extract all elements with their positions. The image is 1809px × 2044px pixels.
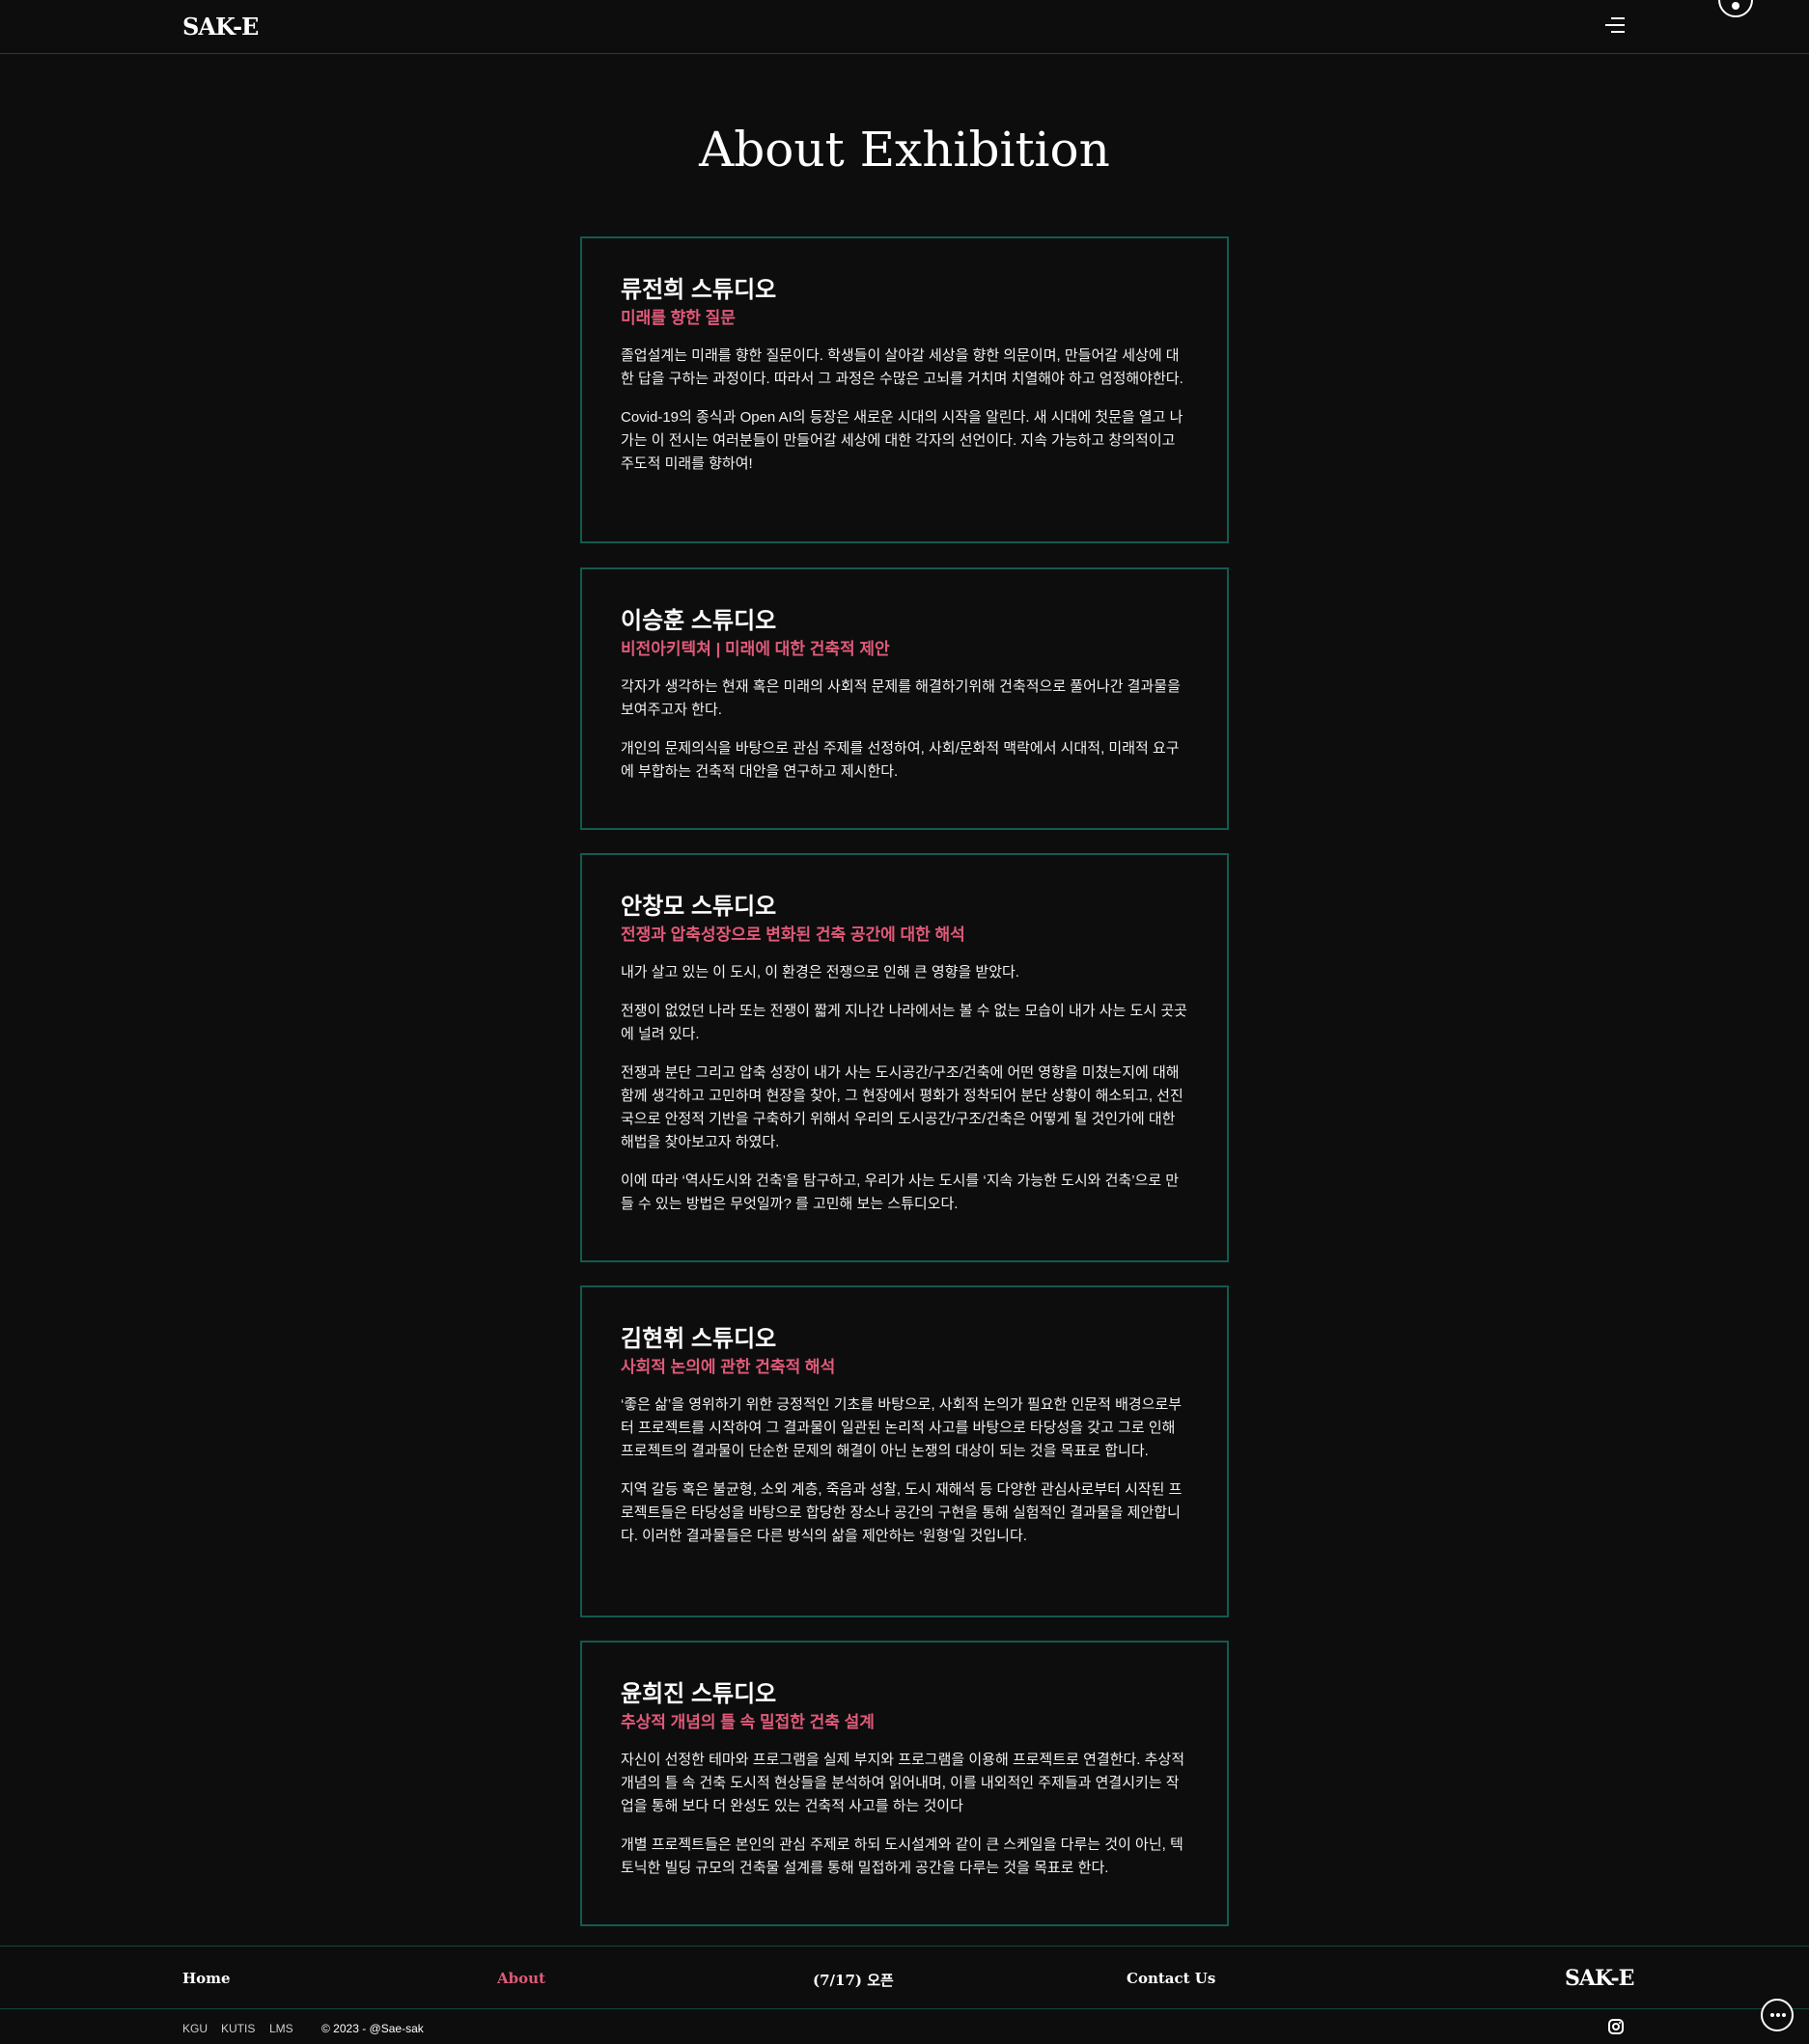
- studio-paragraph: 전쟁이 없었던 나라 또는 전쟁이 짧게 지나간 나라에서는 볼 수 없는 모습…: [621, 1003, 1187, 1042]
- studio-card: 류전희 스튜디오 미래를 향한 질문 졸업설계는 미래를 향한 질문이다. 학생…: [580, 236, 1229, 543]
- studio-subtitle: 비전아키텍쳐 | 미래에 대한 건축적 제안: [621, 640, 890, 658]
- studio-card: 윤희진 스튜디오 추상적 개념의 틀 속 밀접한 건축 설계 자신이 선정한 테…: [580, 1641, 1229, 1926]
- studio-paragraph: 전쟁과 분단 그리고 압축 성장이 내가 사는 도시공간/구조/건축에 어떤 영…: [621, 1064, 1183, 1150]
- studio-name: 김현휘 스튜디오: [621, 1326, 777, 1352]
- footer-link-contact[interactable]: Contact Us: [1127, 1970, 1215, 1987]
- studio-name: 이승훈 스튜디오: [621, 608, 777, 634]
- studio-paragraph: 내가 살고 있는 이 도시, 이 환경은 전쟁으로 인해 큰 영향을 받았다.: [621, 964, 1019, 981]
- studio-card: 안창모 스튜디오 전쟁과 압축성장으로 변화된 건축 공간에 대한 해석 내가 …: [580, 853, 1229, 1262]
- studio-paragraph: 각자가 생각하는 현재 혹은 미래의 사회적 문제를 해결하기위해 건축적으로 …: [621, 678, 1181, 718]
- studio-name: 윤희진 스튜디오: [621, 1681, 777, 1707]
- site-header: SAK-E: [0, 0, 1809, 54]
- studio-paragraph: 졸업설계는 미래를 향한 질문이다. 학생들이 살아갈 세상을 향한 의문이며,…: [621, 347, 1183, 387]
- studio-paragraph: Covid-19의 종식과 Open AI의 등장은 새로운 시대의 시작을 알…: [621, 409, 1183, 472]
- studio-subtitle: 전쟁과 압축성장으로 변화된 건축 공간에 대한 해석: [621, 925, 965, 944]
- studio-subtitle: 미래를 향한 질문: [621, 309, 736, 327]
- studio-paragraph: 지역 갈등 혹은 불균형, 소외 계층, 죽음과 성찰, 도시 재해석 등 다양…: [621, 1481, 1183, 1544]
- footer-link-lms[interactable]: LMS: [269, 2022, 293, 2035]
- footer-link-kgu[interactable]: KGU: [182, 2022, 208, 2035]
- studio-card: 이승훈 스튜디오 비전아키텍쳐 | 미래에 대한 건축적 제안 각자가 생각하는…: [580, 567, 1229, 830]
- footer-link-home[interactable]: Home: [182, 1970, 231, 1987]
- page-title: About Exhibition: [699, 122, 1110, 178]
- footer-link-about[interactable]: About: [497, 1970, 545, 1987]
- studio-name: 안창모 스튜디오: [621, 894, 777, 920]
- studio-card: 김현휘 스튜디오 사회적 논의에 관한 건축적 해석 ‘좋은 삶’을 영위하기 …: [580, 1285, 1229, 1617]
- studio-subtitle: 사회적 논의에 관한 건축적 해석: [621, 1358, 836, 1376]
- footer-link-kutis[interactable]: KUTIS: [221, 2022, 255, 2035]
- footer-link-opening[interactable]: (7/17) 오픈: [813, 1970, 894, 1990]
- hamburger-menu-icon[interactable]: [1605, 17, 1625, 35]
- studio-paragraph: 개별 프로젝트들은 본인의 관심 주제로 하되 도시설계와 같이 큰 스케일을 …: [621, 1837, 1183, 1876]
- footer-bottom: KGU KUTIS LMS © 2023 - @Sae-sak: [0, 2009, 1809, 2044]
- chat-bubble-icon[interactable]: [1761, 1999, 1794, 2031]
- instagram-icon[interactable]: [1608, 2019, 1624, 2034]
- studio-paragraph: ‘좋은 삶’을 영위하기 위한 긍정적인 기초를 바탕으로, 사회적 논의가 필…: [621, 1396, 1183, 1459]
- studio-subtitle: 추상적 개념의 틀 속 밀접한 건축 설계: [621, 1713, 875, 1731]
- studio-paragraph: 개인의 문제의식을 바탕으로 관심 주제를 선정하여, 사회/문화적 맥락에서 …: [621, 740, 1180, 780]
- studio-paragraph: 이에 따라 ‘역사도시와 건축’을 탐구하고, 우리가 사는 도시를 ‘지속 가…: [621, 1173, 1180, 1212]
- copyright: © 2023 - @Sae-sak: [321, 2022, 424, 2035]
- footer-nav: Home About (7/17) 오픈 Contact Us SAK-E: [0, 1946, 1809, 2009]
- footer-logo[interactable]: SAK-E: [1565, 1966, 1634, 1991]
- site-logo[interactable]: SAK-E: [182, 13, 259, 41]
- studio-paragraph: 자신이 선정한 테마와 프로그램을 실제 부지와 프로그램을 이용해 프로젝트로…: [621, 1752, 1185, 1814]
- studio-name: 류전희 스튜디오: [621, 277, 777, 303]
